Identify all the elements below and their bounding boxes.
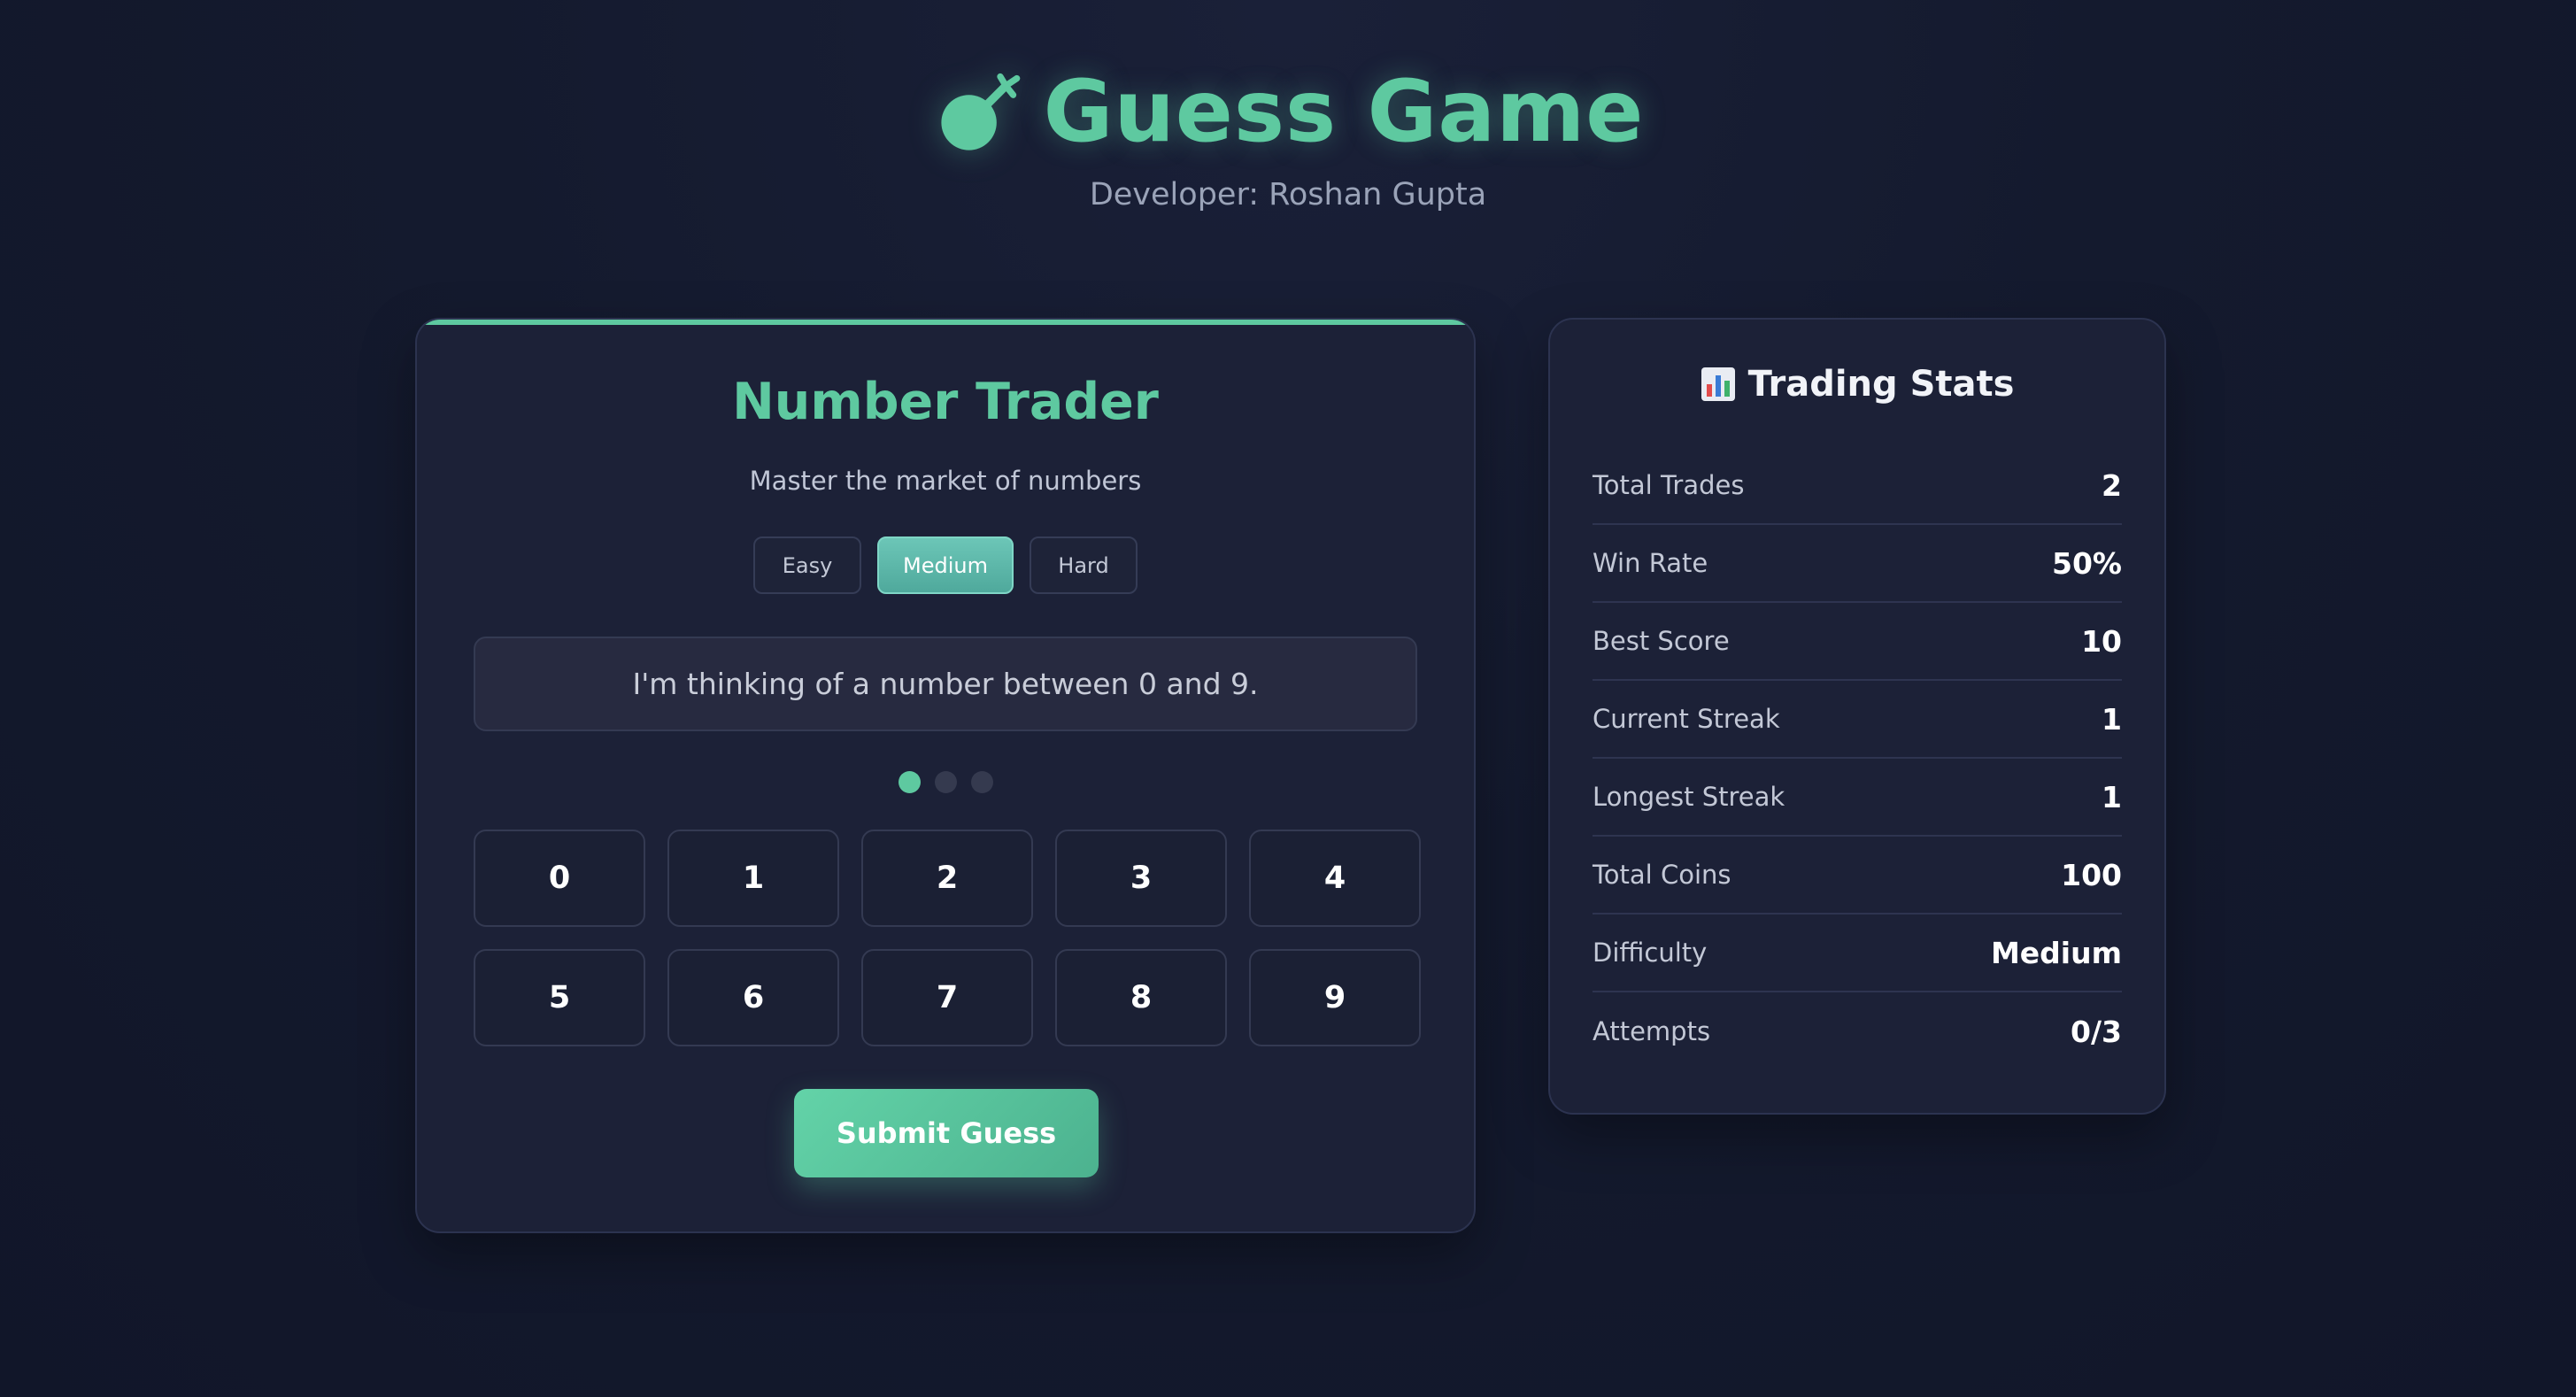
stats-list: Total Trades 2 Win Rate 50% Best Score 1… <box>1593 447 2122 1070</box>
stat-row-best-score: Best Score 10 <box>1593 603 2122 681</box>
difficulty-medium-button[interactable]: Medium <box>877 536 1014 594</box>
stat-row-win-rate: Win Rate 50% <box>1593 525 2122 603</box>
number-button-3[interactable]: 3 <box>1055 830 1227 927</box>
stat-row-total-coins: Total Coins 100 <box>1593 837 2122 915</box>
stats-header: Trading Stats <box>1550 364 2164 405</box>
stat-value: Medium <box>1990 935 2122 970</box>
stats-title: Trading Stats <box>1747 364 2015 405</box>
stat-value: 100 <box>2061 857 2122 892</box>
game-title: Number Trader <box>732 373 1159 431</box>
stat-label: Attempts <box>1593 1016 1711 1046</box>
stat-value: 10 <box>2081 623 2122 659</box>
number-button-4[interactable]: 4 <box>1249 830 1421 927</box>
number-button-1[interactable]: 1 <box>667 830 839 927</box>
stat-value: 2 <box>2102 467 2122 503</box>
stat-label: Longest Streak <box>1593 782 1785 812</box>
game-subtitle: Master the market of numbers <box>749 466 1142 496</box>
bar-chart-icon <box>1701 367 1735 401</box>
stat-value: 1 <box>2102 779 2122 814</box>
number-pad: 0 1 2 3 4 5 6 7 8 9 <box>474 830 1421 1046</box>
stat-row-current-streak: Current Streak 1 <box>1593 681 2122 759</box>
attempt-dot <box>898 771 921 793</box>
number-button-7[interactable]: 7 <box>861 949 1033 1046</box>
game-card: Number Trader Master the market of numbe… <box>415 318 1476 1233</box>
stat-label: Win Rate <box>1593 548 1708 578</box>
number-button-5[interactable]: 5 <box>474 949 645 1046</box>
broccoli-icon <box>941 73 1020 151</box>
stat-value: 0/3 <box>2071 1014 2122 1049</box>
difficulty-easy-button[interactable]: Easy <box>753 536 861 594</box>
developer-credit: Developer: Roshan Gupta <box>1089 177 1487 212</box>
attempt-indicator <box>417 771 1474 793</box>
stat-label: Total Coins <box>1593 860 1731 890</box>
stat-value: 50% <box>2052 545 2122 581</box>
number-button-6[interactable]: 6 <box>667 949 839 1046</box>
stats-card: Trading Stats Total Trades 2 Win Rate 50… <box>1548 318 2166 1115</box>
stat-label: Best Score <box>1593 626 1730 656</box>
stat-value: 1 <box>2102 701 2122 737</box>
number-button-8[interactable]: 8 <box>1055 949 1227 1046</box>
difficulty-selector: Easy Medium Hard <box>417 536 1474 594</box>
stat-label: Difficulty <box>1593 938 1708 968</box>
submit-guess-button[interactable]: Submit Guess <box>794 1089 1099 1177</box>
stat-label: Current Streak <box>1593 704 1780 734</box>
attempt-dot <box>970 771 993 793</box>
attempt-dot <box>934 771 957 793</box>
title-row: Guess Game <box>932 62 1645 161</box>
game-message: I'm thinking of a number between 0 and 9… <box>474 637 1417 731</box>
stat-label: Total Trades <box>1593 470 1745 500</box>
card-accent-bar <box>417 320 1474 325</box>
number-button-9[interactable]: 9 <box>1249 949 1421 1046</box>
app-title: Guess Game <box>1043 62 1645 161</box>
number-button-0[interactable]: 0 <box>474 830 645 927</box>
difficulty-hard-button[interactable]: Hard <box>1030 536 1138 594</box>
page-header: Guess Game Developer: Roshan Gupta <box>0 62 2576 212</box>
stat-row-attempts: Attempts 0/3 <box>1593 992 2122 1070</box>
stat-row-difficulty: Difficulty Medium <box>1593 915 2122 992</box>
stat-row-total-trades: Total Trades 2 <box>1593 447 2122 525</box>
number-button-2[interactable]: 2 <box>861 830 1033 927</box>
stat-row-longest-streak: Longest Streak 1 <box>1593 759 2122 837</box>
